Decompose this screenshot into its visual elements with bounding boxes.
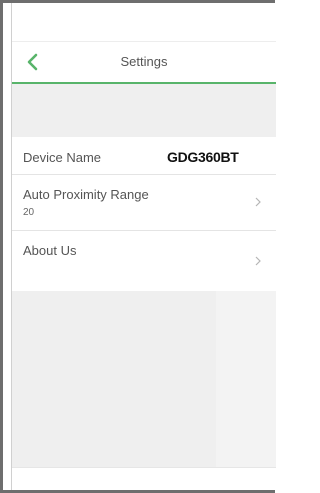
chevron-right-icon: [255, 256, 261, 266]
bottom-bar: [12, 467, 276, 490]
section-spacer: [12, 84, 276, 137]
page-title: Settings: [120, 54, 168, 69]
empty-area: [12, 291, 276, 467]
settings-screen: Settings Device Name GDG360BT Auto Proxi…: [11, 3, 276, 490]
status-bar: [12, 3, 276, 42]
about-us-row[interactable]: About Us: [12, 231, 276, 291]
navigation-bar: Settings: [12, 42, 276, 84]
device-name-value: GDG360BT: [167, 149, 239, 165]
settings-list: Device Name GDG360BT Auto Proximity Rang…: [12, 137, 276, 291]
device-name-row[interactable]: Device Name GDG360BT: [12, 137, 276, 175]
empty-area-shade: [216, 291, 276, 467]
device-name-label: Device Name: [23, 150, 102, 165]
auto-proximity-range-value: 20: [23, 207, 35, 218]
auto-proximity-range-row[interactable]: Auto Proximity Range 20: [12, 175, 276, 231]
about-us-label: About Us: [23, 243, 77, 258]
chevron-right-icon: [255, 197, 261, 207]
auto-proximity-range-label: Auto Proximity Range: [23, 187, 149, 202]
